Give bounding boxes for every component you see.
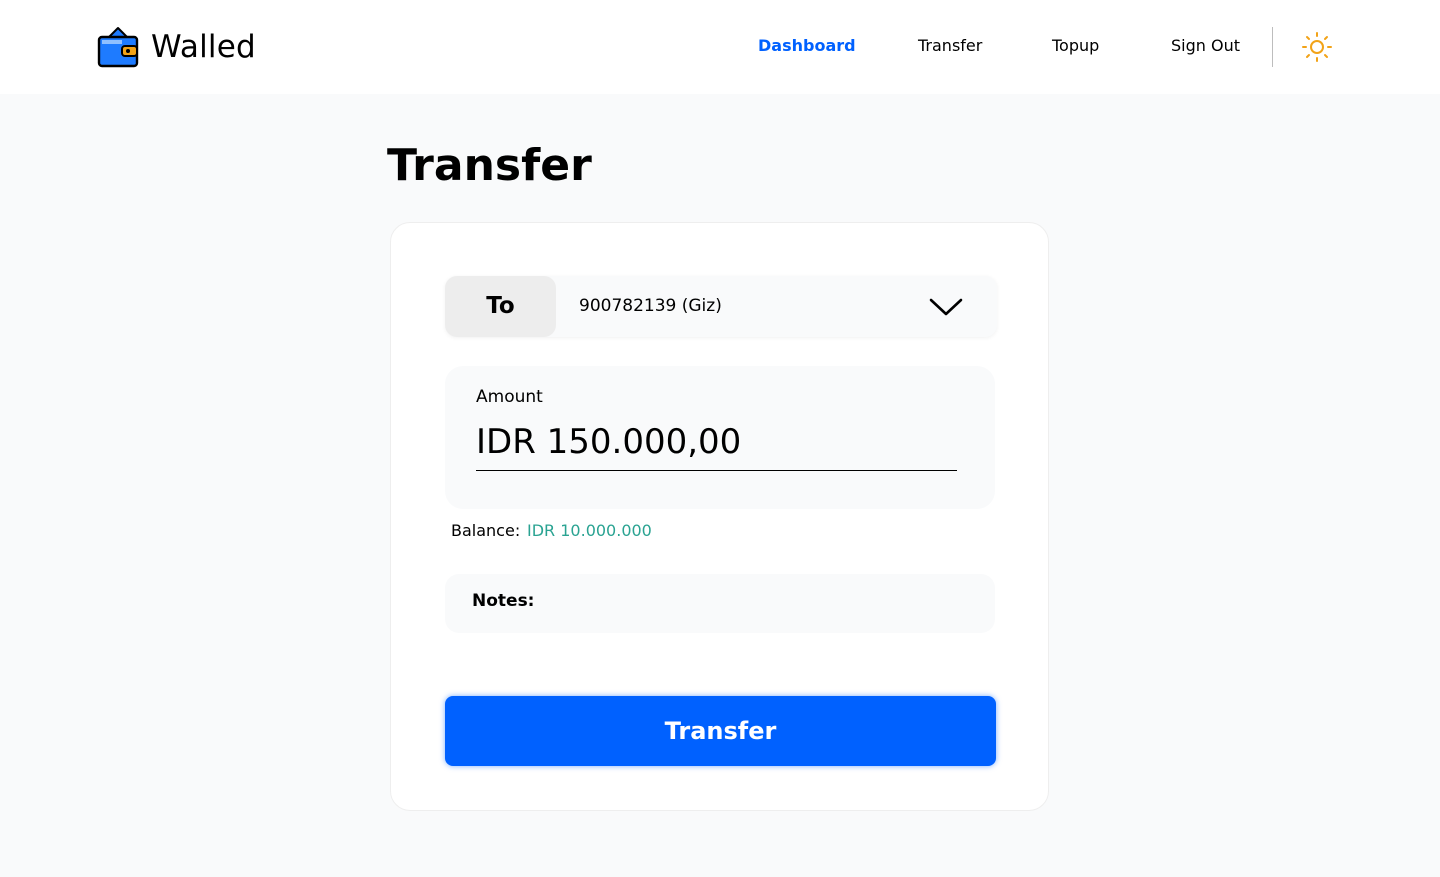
nav-transfer[interactable]: Transfer (918, 36, 982, 55)
brand-logo[interactable]: Walled (97, 26, 256, 68)
amount-input[interactable] (476, 414, 957, 471)
page-title: Transfer (387, 140, 592, 191)
transfer-form-card: To 900782139 (Giz) Amount Balance: IDR 1… (390, 222, 1049, 811)
top-navbar: Walled Dashboard Transfer Topup Sign Out (0, 0, 1440, 94)
nav-topup[interactable]: Topup (1052, 36, 1099, 55)
nav-sign-out[interactable]: Sign Out (1171, 36, 1240, 55)
brand-name: Walled (151, 29, 256, 65)
notes-label: Notes: (472, 591, 535, 611)
amount-label: Amount (476, 387, 543, 407)
wallet-icon (97, 27, 139, 68)
theme-toggle-button[interactable] (1301, 31, 1333, 63)
notes-input[interactable] (545, 584, 975, 624)
recipient-select[interactable]: 900782139 (Giz) (556, 276, 997, 337)
balance-label: Balance: (451, 521, 521, 540)
balance-value: IDR 10.000.000 (527, 521, 652, 540)
sun-icon (1302, 32, 1332, 62)
to-label: To (445, 276, 556, 337)
recipient-row: To 900782139 (Giz) (445, 276, 997, 337)
nav-dashboard[interactable]: Dashboard (758, 36, 856, 55)
chevron-down-icon (929, 298, 963, 316)
recipient-value: 900782139 (Giz) (579, 296, 722, 316)
amount-box: Amount (445, 366, 995, 509)
nav-divider (1272, 27, 1273, 67)
transfer-submit-button[interactable]: Transfer (445, 696, 996, 766)
notes-box: Notes: (445, 574, 995, 633)
